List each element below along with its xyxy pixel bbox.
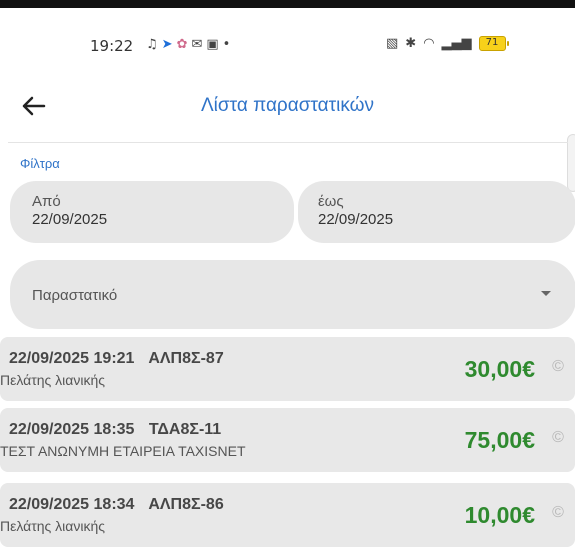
dot-icon: • bbox=[222, 37, 235, 52]
status-right-icons: ▧ ✱ ◠ ▂▄▆ 71 bbox=[386, 36, 509, 51]
receipt-header: 22/09/2025 18:35 ΤΔΑ8Σ-11 bbox=[9, 421, 221, 439]
receipt-amount: 10,00€ bbox=[464, 502, 535, 528]
location-icon: ➤ bbox=[161, 37, 177, 52]
date-from-field[interactable]: Από 22/09/2025 bbox=[10, 181, 294, 243]
date-to-field[interactable]: έως 22/09/2025 bbox=[298, 181, 575, 243]
receipt-date: 22/09/2025 18:35 bbox=[9, 421, 135, 438]
date-to-value: 22/09/2025 bbox=[318, 211, 394, 228]
app-icon: ✿ bbox=[176, 37, 192, 52]
screenshot-icon: ▣ bbox=[206, 37, 223, 52]
wifi-icon: ◠ bbox=[423, 36, 435, 51]
page-title: Λίστα παραστατικών bbox=[200, 95, 375, 116]
app-bar: Λίστα παραστατικών bbox=[0, 80, 575, 130]
receipt-row[interactable]: 22/09/2025 18:35 ΤΔΑ8Σ-11 ΤΕΣΤ ΑΝΩΝΥΜΗ Ε… bbox=[0, 408, 575, 472]
receipt-amount: 75,00€ bbox=[464, 427, 535, 453]
info-icon[interactable]: © bbox=[549, 358, 567, 376]
receipt-date: 22/09/2025 18:34 bbox=[9, 496, 135, 513]
receipt-header: 22/09/2025 18:34 ΑΛΠ8Σ-86 bbox=[9, 496, 224, 514]
message-icon: ✉ bbox=[191, 37, 207, 52]
filters-panel: Φίλτρα Από 22/09/2025 έως 22/09/2025 Παρ… bbox=[8, 142, 575, 332]
receipt-amount: 30,00€ bbox=[464, 356, 535, 382]
receipt-customer: Πελάτης λιανικής bbox=[0, 372, 106, 388]
receipt-row[interactable]: 22/09/2025 19:21 ΑΛΠ8Σ-87 Πελάτης λιανικ… bbox=[0, 337, 575, 401]
receipt-date: 22/09/2025 19:21 bbox=[9, 350, 135, 367]
document-type-select[interactable]: Παραστατικό bbox=[10, 260, 575, 329]
filters-label: Φίλτρα bbox=[20, 156, 60, 171]
system-top-bar bbox=[0, 0, 575, 8]
date-from-value: 22/09/2025 bbox=[32, 211, 108, 228]
receipt-header: 22/09/2025 19:21 ΑΛΠ8Σ-87 bbox=[9, 350, 224, 368]
receipt-customer: Πελάτης λιανικής bbox=[0, 518, 106, 534]
scroll-handle[interactable] bbox=[567, 134, 575, 192]
status-left-icons: ♫➤✿✉▣• bbox=[146, 37, 234, 52]
document-type-label: Παραστατικό bbox=[32, 287, 118, 304]
receipt-code: ΑΛΠ8Σ-87 bbox=[148, 350, 224, 367]
battery-icon: 71 bbox=[478, 36, 509, 51]
signal-icon: ▂▄▆ bbox=[441, 36, 472, 51]
status-bar: 19:22 ♫➤✿✉▣• ▧ ✱ ◠ ▂▄▆ 71 bbox=[0, 28, 575, 62]
dropdown-arrow-icon bbox=[541, 291, 551, 296]
nfc-icon: ▧ bbox=[386, 36, 399, 51]
bluetooth-icon: ✱ bbox=[405, 36, 417, 51]
status-time: 19:22 bbox=[90, 37, 134, 55]
info-icon[interactable]: © bbox=[549, 504, 567, 522]
notification-icon: ♫ bbox=[146, 37, 162, 52]
info-icon[interactable]: © bbox=[549, 429, 567, 447]
date-to-caption: έως bbox=[318, 193, 344, 210]
receipt-code: ΤΔΑ8Σ-11 bbox=[148, 421, 222, 438]
receipt-customer: ΤΕΣΤ ΑΝΩΝΥΜΗ ΕΤΑΙΡΕΙΑ TAXISNET bbox=[0, 443, 246, 459]
date-from-caption: Από bbox=[32, 193, 61, 210]
receipt-row[interactable]: 22/09/2025 18:34 ΑΛΠ8Σ-86 Πελάτης λιανικ… bbox=[0, 483, 575, 547]
receipt-code: ΑΛΠ8Σ-86 bbox=[148, 496, 224, 513]
